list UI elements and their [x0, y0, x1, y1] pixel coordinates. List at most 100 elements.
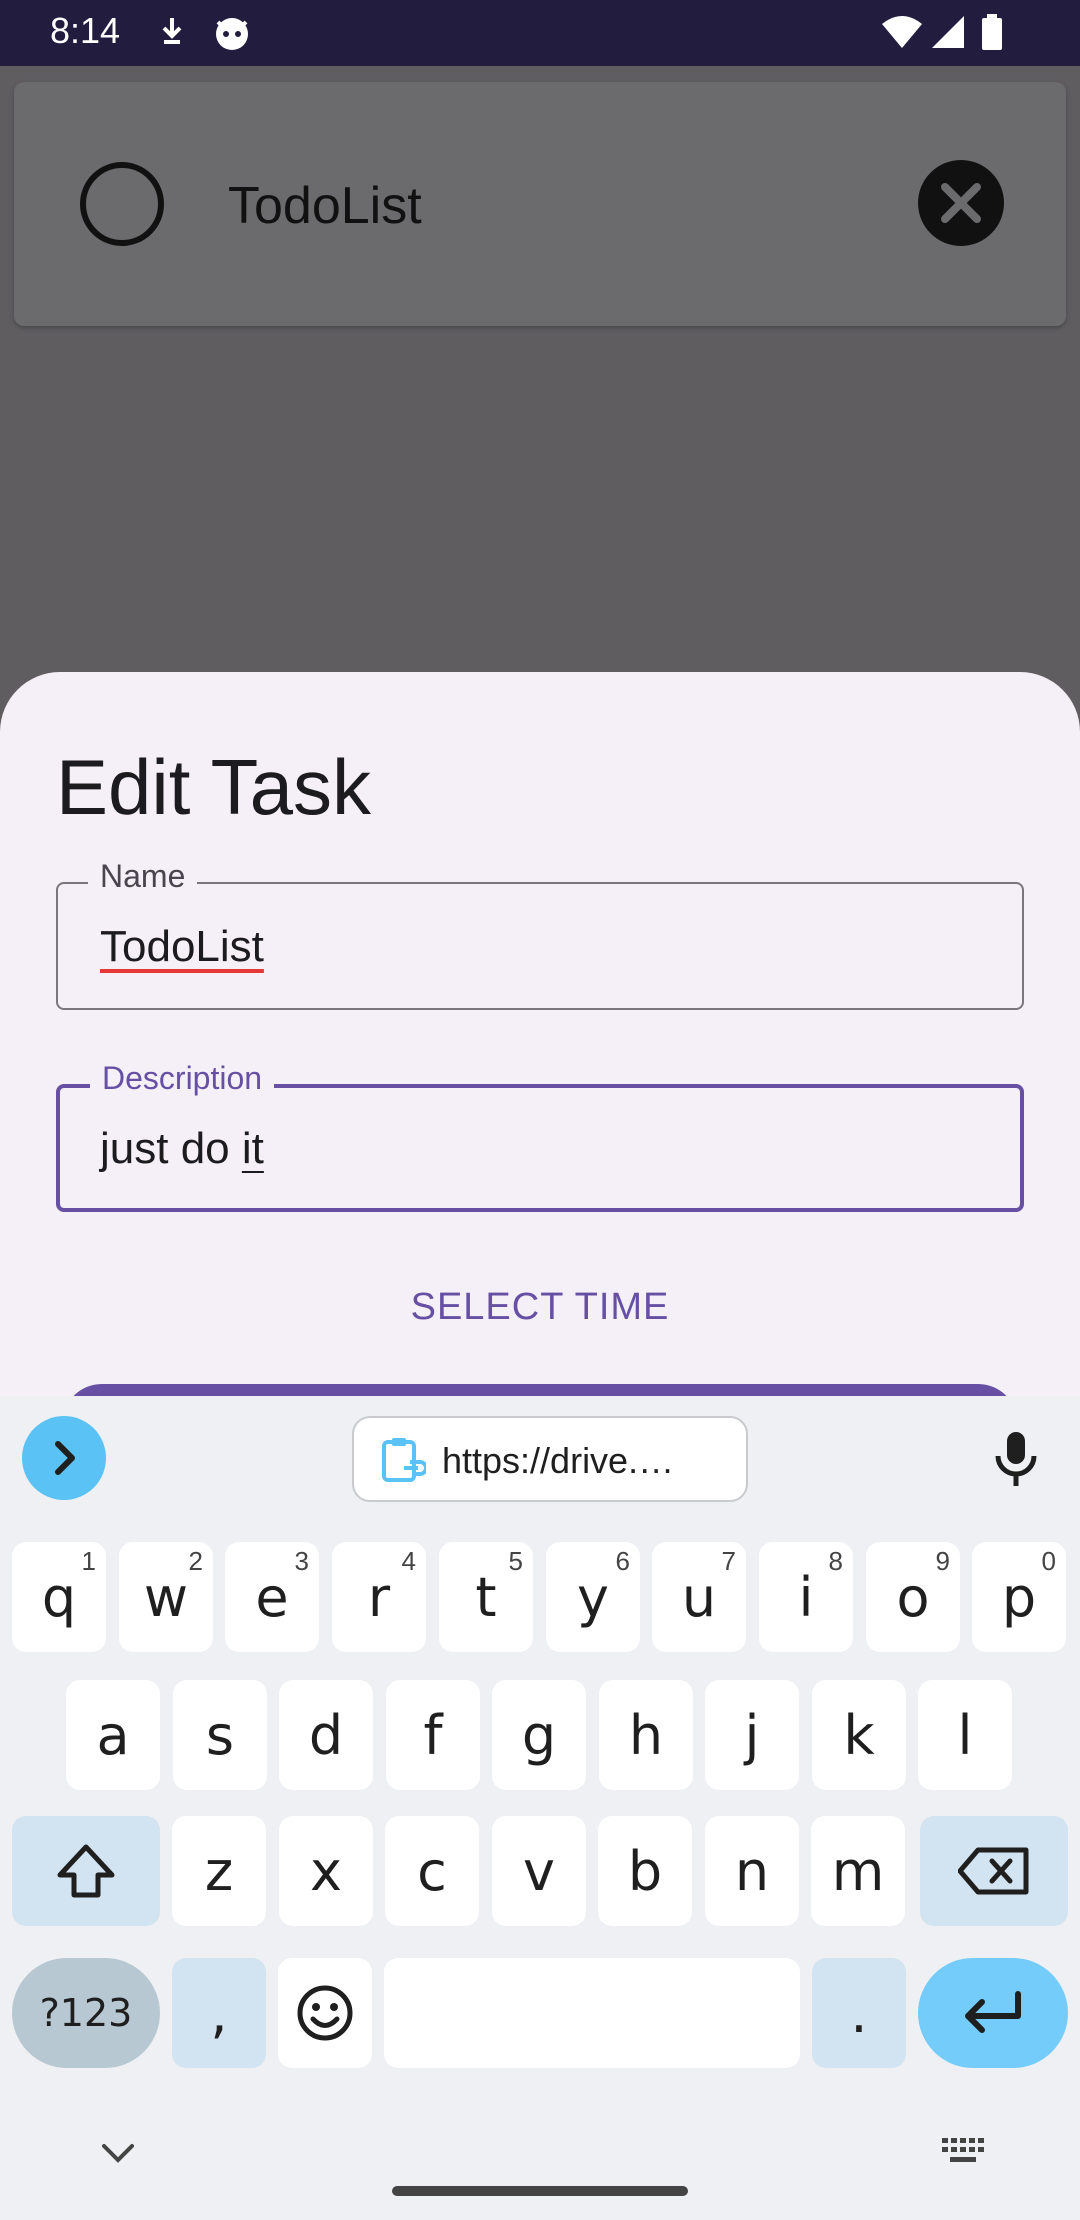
key-label: t [475, 1565, 497, 1629]
clipboard-suggestion-text: https://drive.… [442, 1440, 675, 1481]
key-hint: 0 [1041, 1546, 1056, 1576]
key-label: j [744, 1703, 760, 1767]
key-label: e [255, 1565, 289, 1629]
key-j[interactable]: j [705, 1680, 799, 1790]
key-o[interactable]: o9 [866, 1542, 960, 1652]
key-label: o [896, 1565, 930, 1629]
gesture-nav-handle[interactable] [392, 2186, 688, 2196]
key-label: n [734, 1839, 770, 1903]
key-e[interactable]: e3 [225, 1542, 319, 1652]
key-u[interactable]: u7 [652, 1542, 746, 1652]
keyboard-switch-button[interactable] [940, 2136, 986, 2171]
status-bar: 8:14 [0, 0, 1080, 66]
key-label: y [577, 1565, 609, 1629]
name-field-value: TodoList [100, 922, 264, 971]
key-g[interactable]: g [492, 1680, 586, 1790]
key-y[interactable]: y6 [546, 1542, 640, 1652]
key-label: s [205, 1703, 235, 1767]
key-a[interactable]: a [66, 1680, 160, 1790]
key-b[interactable]: b [598, 1816, 692, 1926]
backspace-key[interactable] [920, 1816, 1068, 1926]
description-field-value: just do it [100, 1124, 264, 1174]
delete-task-button[interactable] [918, 160, 1004, 246]
key-t[interactable]: t5 [439, 1542, 533, 1652]
key-label: k [843, 1703, 875, 1767]
key-label: f [423, 1703, 443, 1767]
key-r[interactable]: r4 [332, 1542, 426, 1652]
name-field[interactable]: Name TodoList [56, 858, 1024, 1010]
key-x[interactable]: x [279, 1816, 373, 1926]
comma-key[interactable]: , [172, 1958, 266, 2068]
key-label: r [367, 1565, 391, 1629]
clipboard-link-icon [382, 1438, 426, 1482]
key-c[interactable]: c [385, 1816, 479, 1926]
key-hint: 3 [294, 1546, 309, 1576]
key-label: l [957, 1703, 973, 1767]
key-label: d [308, 1703, 344, 1767]
key-label: z [204, 1839, 234, 1903]
task-complete-radio[interactable] [80, 162, 164, 246]
shift-key[interactable] [12, 1816, 160, 1926]
key-v[interactable]: v [492, 1816, 586, 1926]
key-m[interactable]: m [811, 1816, 905, 1926]
hide-keyboard-button[interactable] [96, 2138, 140, 2171]
key-p[interactable]: p0 [972, 1542, 1066, 1652]
key-label: g [521, 1703, 557, 1767]
download-icon [158, 14, 186, 55]
key-label: v [523, 1839, 555, 1903]
key-q[interactable]: q1 [12, 1542, 106, 1652]
key-label: a [96, 1703, 130, 1767]
key-l[interactable]: l [918, 1680, 1012, 1790]
symbols-key[interactable]: ?123 [12, 1958, 160, 2068]
key-i[interactable]: i8 [759, 1542, 853, 1652]
emoji-icon [297, 1985, 353, 2041]
key-hint: 8 [828, 1546, 843, 1576]
description-text: just do [100, 1124, 242, 1173]
key-w[interactable]: w2 [119, 1542, 213, 1652]
task-card[interactable]: TodoList [14, 82, 1066, 326]
wifi-icon [880, 14, 924, 55]
keyboard-expand-button[interactable] [22, 1416, 106, 1500]
description-field-label: Description [90, 1060, 275, 1097]
key-hint: 1 [81, 1546, 96, 1576]
key-hint: 9 [935, 1546, 950, 1576]
key-hint: 4 [401, 1546, 416, 1576]
key-label: w [143, 1565, 189, 1629]
key-label: h [628, 1703, 664, 1767]
backspace-icon [958, 1847, 1029, 1895]
key-label: q [41, 1565, 77, 1629]
key-s[interactable]: s [173, 1680, 267, 1790]
battery-icon [980, 14, 1004, 57]
key-label: p [1001, 1565, 1037, 1629]
key-z[interactable]: z [172, 1816, 266, 1926]
key-hint: 5 [508, 1546, 523, 1576]
key-label: b [627, 1839, 663, 1903]
task-title: TodoList [228, 177, 422, 235]
key-h[interactable]: h [599, 1680, 693, 1790]
key-n[interactable]: n [705, 1816, 799, 1926]
enter-icon [965, 1991, 1021, 2033]
key-label: u [681, 1565, 717, 1629]
voice-input-button[interactable] [992, 1430, 1040, 1493]
chevron-down-icon [102, 2144, 134, 2163]
signal-icon [930, 14, 966, 55]
key-label: i [798, 1565, 814, 1629]
key-hint: 7 [721, 1546, 736, 1576]
emoji-key[interactable] [278, 1958, 372, 2068]
clipboard-suggestion[interactable]: https://drive.… [352, 1416, 748, 1502]
period-key[interactable]: . [812, 1958, 906, 2068]
keyboard: https://drive.… ?123 , . q 1 w 2 e 3 r 4… [0, 1396, 1080, 2220]
key-hint: 2 [188, 1546, 203, 1576]
key-k[interactable]: k [812, 1680, 906, 1790]
enter-key[interactable] [918, 1958, 1068, 2068]
sheet-title: Edit Task [56, 743, 372, 831]
key-hint: 6 [615, 1546, 630, 1576]
key-label: x [310, 1839, 342, 1903]
key-d[interactable]: d [279, 1680, 373, 1790]
chevron-right-icon [55, 1441, 75, 1475]
description-field[interactable]: Description just do it [56, 1060, 1024, 1212]
key-f[interactable]: f [386, 1680, 480, 1790]
select-time-button[interactable]: SELECT TIME [0, 1286, 1080, 1329]
microphone-icon [995, 1432, 1037, 1486]
space-key[interactable] [384, 1958, 800, 2068]
